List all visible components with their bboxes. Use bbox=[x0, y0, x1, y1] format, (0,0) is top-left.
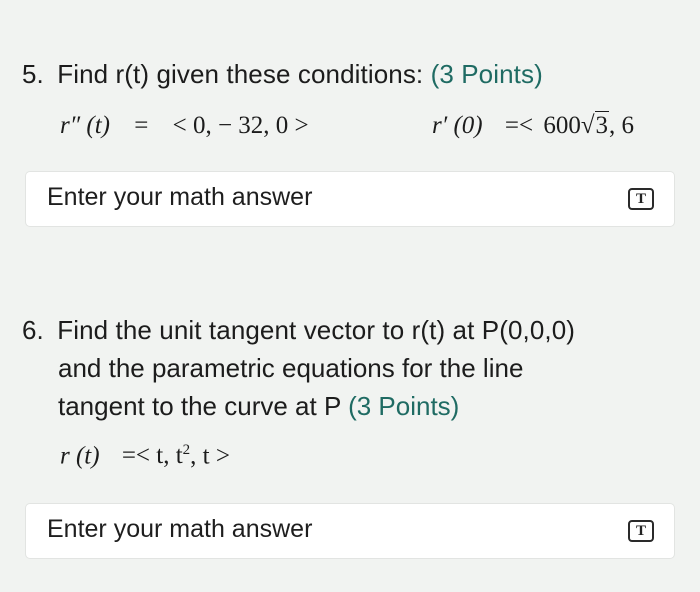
question-6-answer-field[interactable]: Enter your math answer T bbox=[26, 504, 674, 558]
sqrt-symbol: √3 bbox=[580, 111, 610, 139]
question-5-equation-2: r′ (0) =< 600√3, 6 bbox=[432, 111, 635, 140]
eq1-lhs: r″ (t) bbox=[60, 112, 110, 139]
question-5-number: 5. bbox=[22, 59, 44, 89]
eq3-rhs-b: , t > bbox=[190, 442, 230, 470]
eq1-equals: = bbox=[134, 112, 149, 139]
question-6-answer-placeholder: Enter your math answer bbox=[47, 515, 313, 543]
eq2-rest: , 6 bbox=[609, 112, 635, 139]
question-5-answer-field[interactable]: Enter your math answer T bbox=[26, 172, 674, 226]
question-6-title: 6. Find the unit tangent vector to r(t) … bbox=[22, 311, 575, 349]
question-5-equation-1: r″ (t) = < 0, − 32, 0 > bbox=[60, 112, 309, 140]
question-5-answer-placeholder: Enter your math answer bbox=[47, 183, 313, 211]
eq3-lhs: r (t) bbox=[60, 442, 100, 470]
eq3-rhs-a: =< t, t bbox=[121, 442, 183, 470]
question-6-equation: r (t) =< t, t2, t > bbox=[60, 442, 230, 470]
math-tool-button[interactable]: T bbox=[628, 188, 654, 210]
question-5-title: 5. Find r(t) given these conditions: (3 … bbox=[22, 55, 543, 93]
question-6-points: (3 Points) bbox=[348, 391, 460, 421]
eq2-equals: =< bbox=[504, 112, 534, 139]
question-6-line-3: tangent to the curve at P bbox=[58, 391, 341, 421]
question-5-points: (3 Points) bbox=[430, 59, 543, 89]
eq1-rhs: < 0, − 32, 0 > bbox=[172, 112, 309, 139]
math-tool-button[interactable]: T bbox=[628, 520, 654, 542]
eq2-coef: 600 bbox=[543, 112, 581, 139]
question-6-text-continued: and the parametric equations for the lin… bbox=[58, 349, 523, 425]
question-5-text: Find r(t) given these conditions: bbox=[57, 59, 424, 89]
question-6-number: 6. bbox=[22, 315, 44, 345]
question-6-line-1: Find the unit tangent vector to r(t) at … bbox=[57, 315, 576, 345]
eq2-lhs: r′ (0) bbox=[432, 112, 483, 139]
eq2-radicand: 3 bbox=[594, 111, 610, 139]
question-6-line-2: and the parametric equations for the lin… bbox=[58, 353, 524, 383]
